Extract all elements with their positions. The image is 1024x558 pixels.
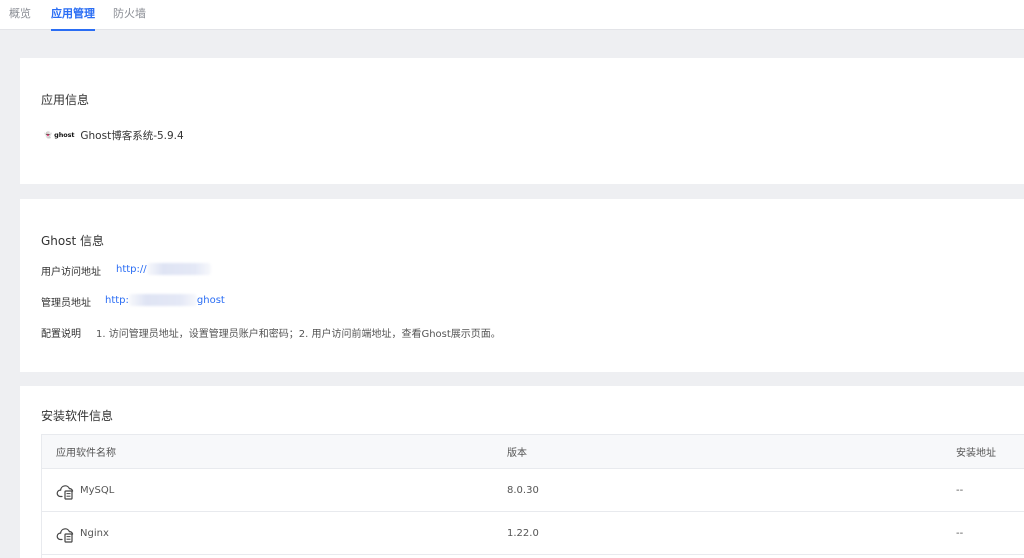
app-name: Ghost博客系统-5.9.4 <box>80 129 184 142</box>
config-text: 1. 访问管理员地址，设置管理员账户和密码；2. 用户访问前端地址，查看Ghos… <box>96 329 501 340</box>
software-table: 应用软件名称 版本 安装地址 MySQL 8.0.30 -- Nginx 1.2… <box>41 434 1024 558</box>
software-info-card: 安装软件信息 应用软件名称 版本 安装地址 MySQL 8.0.30 -- Ng… <box>20 386 1024 558</box>
column-header-name: 应用软件名称 <box>56 448 116 459</box>
admin-url-suffix: ghost <box>196 295 225 306</box>
software-version: 8.0.30 <box>507 485 539 496</box>
ghost-logo-icon: 👻 ghost <box>44 131 75 139</box>
software-path: -- <box>956 485 964 496</box>
user-url-label: 用户访问地址 <box>41 267 101 278</box>
app-info-title: 应用信息 <box>41 93 90 107</box>
config-label: 配置说明 <box>41 329 81 340</box>
user-url-prefix: http:// <box>116 264 147 275</box>
software-name: Nginx <box>80 528 109 539</box>
table-header: 应用软件名称 版本 安装地址 <box>42 435 1024 469</box>
ghost-info-title: Ghost 信息 <box>41 234 105 248</box>
software-name: MySQL <box>80 485 115 496</box>
tab-overview[interactable]: 概览 <box>9 0 31 30</box>
admin-url-link[interactable]: http: ghost <box>105 294 225 306</box>
column-header-path: 安装地址 <box>956 448 996 459</box>
software-path: -- <box>956 528 964 539</box>
user-url-link[interactable]: http:// <box>116 263 211 275</box>
software-version: 1.22.0 <box>507 528 539 539</box>
software-info-title: 安装软件信息 <box>41 409 114 423</box>
software-name-cell: MySQL <box>56 470 114 511</box>
redacted-blur <box>146 263 211 275</box>
ghost-info-card: Ghost 信息 用户访问地址 http:// 管理员地址 http: ghost… <box>20 199 1024 372</box>
column-header-version: 版本 <box>507 448 527 459</box>
redacted-blur <box>128 294 197 306</box>
tab-app-management[interactable]: 应用管理 <box>51 0 95 31</box>
admin-url-prefix: http: <box>105 295 129 306</box>
admin-url-label: 管理员地址 <box>41 298 91 309</box>
app-info-row: 👻 ghost Ghost博客系统-5.9.4 <box>44 128 184 142</box>
table-row: MySQL 8.0.30 -- <box>42 470 1024 512</box>
app-info-card: 应用信息 👻 ghost Ghost博客系统-5.9.4 <box>20 58 1024 184</box>
tab-firewall[interactable]: 防火墙 <box>113 0 146 30</box>
tab-bar: 概览 应用管理 防火墙 <box>0 0 1024 31</box>
cloud-server-icon <box>56 484 74 500</box>
software-name-cell: Nginx <box>56 513 109 554</box>
table-row: Nginx 1.22.0 -- <box>42 513 1024 555</box>
cloud-server-icon <box>56 527 74 543</box>
